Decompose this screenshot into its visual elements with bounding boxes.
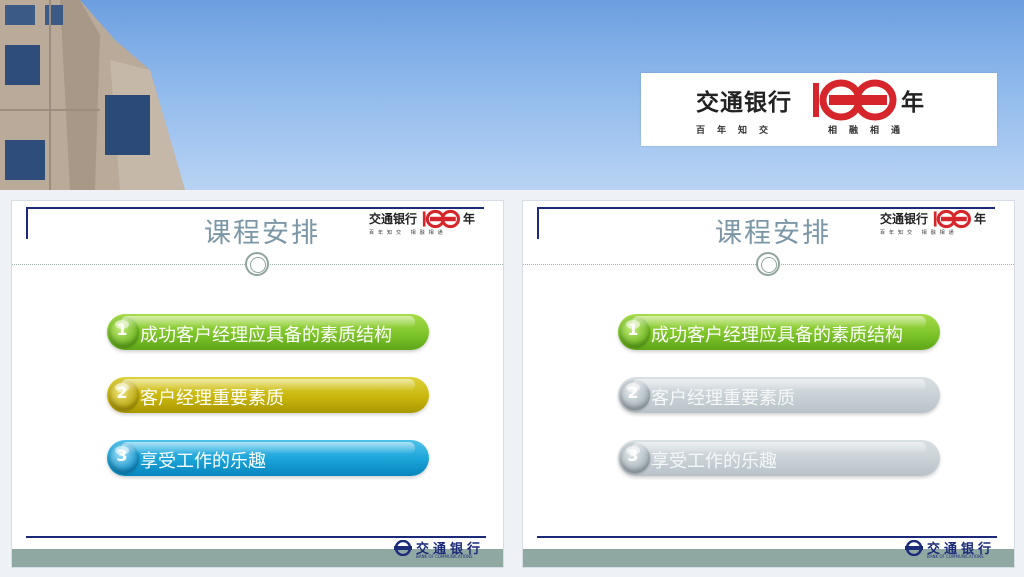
centennial-badge-icon <box>933 209 971 229</box>
corner-line <box>537 207 539 239</box>
slogan-left: 百年知交 <box>696 126 781 136</box>
ring-ornament-icon <box>756 252 780 276</box>
gloss-highlight <box>121 316 415 328</box>
gloss-highlight <box>632 379 926 391</box>
gloss-highlight <box>121 379 415 391</box>
mini-bank-name: 交通银行 <box>880 212 929 226</box>
centennial-badge-icon <box>813 79 897 121</box>
agenda-item-1[interactable]: 1 成功客户经理应具备的素质结构 <box>107 314 429 350</box>
mini-bank-logo: 交通银行 年 百年知交 相融相通 <box>369 209 489 241</box>
mini-year-char: 年 <box>463 212 476 226</box>
agenda-item-1[interactable]: 1 成功客户经理应具备的素质结构 <box>618 314 940 350</box>
footer-bank-logo: 交通银行 BANK OF COMMUNICATIONS <box>392 538 492 562</box>
header-banner: 交通银行 年 百年知交 相融相通 <box>0 0 1024 190</box>
footer-bank-logo: 交通银行 BANK OF COMMUNICATIONS <box>903 538 1003 562</box>
bank-name: 交通银行 <box>696 90 792 116</box>
slogan-right: 相融相通 <box>828 126 913 136</box>
mini-year-char: 年 <box>974 212 987 226</box>
slide-thumbnail-2[interactable]: 课程安排 交通银行 年 百年知交 相融相通 1 成功客户经理应具备的素质结构 2… <box>522 200 1015 568</box>
gloss-highlight <box>632 316 926 328</box>
agenda-item-3[interactable]: 3 享受工作的乐趣 <box>618 440 940 476</box>
slide-title: 课程安排 <box>715 218 831 249</box>
ring-ornament-icon <box>245 252 269 276</box>
gloss-highlight <box>632 442 926 454</box>
slide-thumbnail-1[interactable]: 课程安排 交通银行 年 百年知交 相融相通 1 成功客户经理应具备的素质结构 2… <box>11 200 504 568</box>
year-char: 年 <box>901 90 924 116</box>
agenda-item-2[interactable]: 2 客户经理重要素质 <box>107 377 429 413</box>
building-photo <box>0 0 185 190</box>
agenda-item-2[interactable]: 2 客户经理重要素质 <box>618 377 940 413</box>
gloss-highlight <box>121 442 415 454</box>
centennial-badge-icon <box>422 209 460 229</box>
mini-slogan: 百年知交 相融相通 <box>880 230 958 236</box>
bank-emblem-icon <box>905 540 923 556</box>
mini-bank-name: 交通银行 <box>369 212 418 226</box>
corner-line <box>26 207 28 239</box>
mini-slogan: 百年知交 相融相通 <box>369 230 447 236</box>
footer-bank-english: BANK OF COMMUNICATIONS <box>927 554 984 559</box>
agenda-item-3[interactable]: 3 享受工作的乐趣 <box>107 440 429 476</box>
bank-emblem-icon <box>394 540 412 556</box>
slide-title: 课程安排 <box>204 218 320 249</box>
footer-bank-english: BANK OF COMMUNICATIONS <box>416 554 473 559</box>
mini-bank-logo: 交通银行 年 百年知交 相融相通 <box>880 209 1000 241</box>
bank-centennial-logo: 交通银行 年 百年知交 相融相通 <box>641 73 997 146</box>
